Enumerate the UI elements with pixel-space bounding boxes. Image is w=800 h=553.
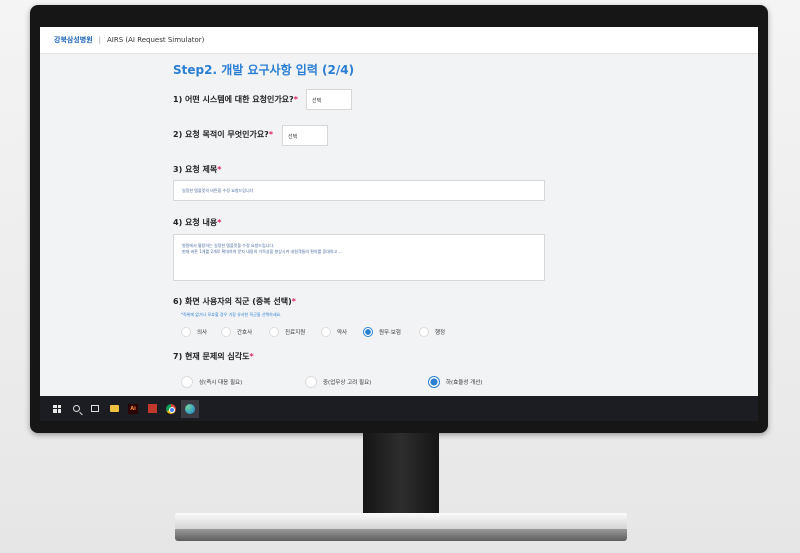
- q6-label-text: 6) 화면 사용자의 직군 (중복 선택): [173, 297, 292, 306]
- file-explorer-icon[interactable]: [105, 400, 123, 418]
- radio-label: 의사: [197, 330, 208, 336]
- q6-radio-doctor[interactable]: 의사: [181, 327, 207, 337]
- illustrator-label: Ai: [128, 403, 138, 414]
- q6-radio-admin-insurance[interactable]: 원무·보험: [363, 327, 401, 337]
- q6-label: 6) 화면 사용자의 직군 (중복 선택)*: [173, 296, 296, 307]
- radio-circle[interactable]: [305, 376, 317, 388]
- radio-circle[interactable]: [419, 327, 429, 337]
- radio-circle[interactable]: [321, 327, 331, 337]
- app-header: 강북삼성병원 | AIRS (AI Request Simulator): [40, 27, 758, 54]
- q3-label: 3) 요청 제목*: [173, 164, 221, 175]
- required-mark: *: [217, 218, 222, 227]
- required-mark: *: [217, 165, 222, 174]
- radio-circle[interactable]: [269, 327, 279, 337]
- q4-content-textarea[interactable]: 병원에서 활용하는 일정한 템플릿을 수정 요청드립니다. 현재 버튼 1개를 …: [173, 234, 545, 281]
- radio-circle[interactable]: [181, 327, 191, 337]
- q3-title-input[interactable]: 일정한 템플릿의 버튼을 수정 요청드립니다: [173, 180, 545, 201]
- q6-radio-pharmacist[interactable]: 약사: [321, 327, 347, 337]
- q6-radio-administration[interactable]: 행정: [419, 327, 445, 337]
- chrome-icon[interactable]: [162, 400, 180, 418]
- monitor-bezel: 강북삼성병원 | AIRS (AI Request Simulator) Ste…: [30, 5, 768, 433]
- radio-label: 하(효율성 개선): [446, 380, 483, 386]
- radio-label: 진료지원: [285, 330, 306, 336]
- taskbar: Ai: [40, 396, 758, 421]
- form-content: Step2. 개발 요구사항 입력 (2/4) 1) 어떤 시스템에 대한 요청…: [40, 54, 758, 396]
- q4-label: 4) 요청 내용*: [173, 217, 221, 228]
- q2-label-text: 2) 요청 목적이 무엇인가요?: [173, 130, 269, 139]
- q7-label-text: 7) 현재 문제의 심각도: [173, 352, 250, 361]
- required-mark: *: [291, 297, 296, 306]
- q2-label: 2) 요청 목적이 무엇인가요?*: [173, 129, 273, 140]
- radio-circle-checked[interactable]: [363, 327, 373, 337]
- hospital-logo[interactable]: 강북삼성병원: [54, 35, 93, 45]
- q3-label-text: 3) 요청 제목: [173, 165, 218, 174]
- q7-radio-high[interactable]: 상(즉시 대응 필요): [181, 376, 242, 388]
- q1-label: 1) 어떤 시스템에 대한 요청인가요?*: [173, 94, 298, 105]
- q7-radio-medium[interactable]: 중(업무상 고려 필요): [305, 376, 371, 388]
- radio-label: 상(즉시 대응 필요): [199, 380, 243, 386]
- screen: 강북삼성병원 | AIRS (AI Request Simulator) Ste…: [40, 27, 758, 421]
- monitor-stand-base-front: [175, 529, 627, 541]
- monitor-stand-base: [175, 513, 627, 529]
- illustrator-icon[interactable]: Ai: [124, 400, 142, 418]
- required-mark: *: [249, 352, 254, 361]
- app-name: AIRS (AI Request Simulator): [107, 36, 205, 44]
- edge-icon[interactable]: [181, 399, 199, 418]
- q7-radio-low[interactable]: 하(효율성 개선): [428, 376, 482, 388]
- task-view-icon[interactable]: [86, 400, 104, 418]
- q7-label: 7) 현재 문제의 심각도*: [173, 351, 254, 362]
- radio-circle-checked[interactable]: [428, 376, 440, 388]
- q4-label-text: 4) 요청 내용: [173, 218, 218, 227]
- q6-hint: *직위에 없거나 모호할 경우 가장 유사한 직군을 선택하세요.: [181, 312, 282, 317]
- step-title: Step2. 개발 요구사항 입력 (2/4): [173, 63, 355, 77]
- radio-label: 간호사: [237, 330, 253, 336]
- required-mark: *: [293, 95, 298, 104]
- radio-label: 중(업무상 고려 필요): [323, 380, 372, 386]
- q6-radio-clinical-support[interactable]: 진료지원: [269, 327, 305, 337]
- header-separator: |: [98, 36, 101, 44]
- radio-circle[interactable]: [181, 376, 193, 388]
- radio-label: 약사: [337, 330, 348, 336]
- app-icon[interactable]: [143, 400, 161, 418]
- monitor-stand-neck: [363, 433, 439, 513]
- radio-circle[interactable]: [221, 327, 231, 337]
- radio-label: 원무·보험: [379, 330, 401, 336]
- q1-system-select[interactable]: 선택: [306, 89, 352, 110]
- q2-purpose-select[interactable]: 선택: [282, 125, 328, 146]
- windows-start-icon[interactable]: [48, 400, 66, 418]
- q4-content-line-2: 현재 버튼 1개를 2개로 확대하여 문자 내용의 가독성을 향상시켜 내원객들…: [182, 249, 343, 254]
- radio-label: 행정: [435, 330, 446, 336]
- required-mark: *: [268, 130, 274, 139]
- q1-label-text: 1) 어떤 시스템에 대한 요청인가요?: [173, 95, 294, 104]
- search-icon[interactable]: [67, 400, 85, 418]
- q6-radio-nurse[interactable]: 간호사: [221, 327, 252, 337]
